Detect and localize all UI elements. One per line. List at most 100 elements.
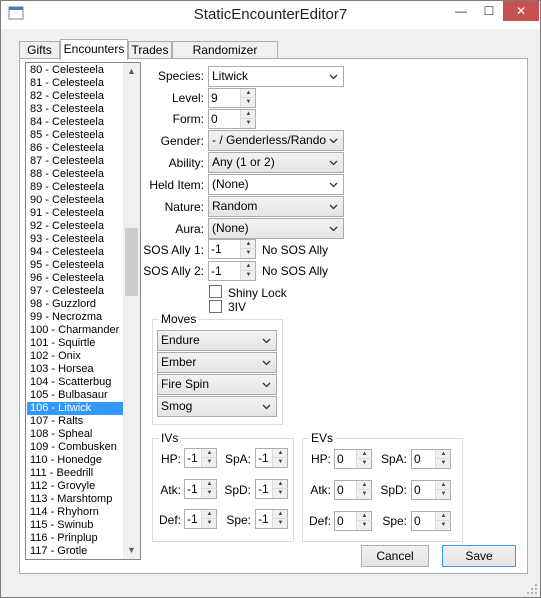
sos-ally2-stepper[interactable]: -1 ▲ ▼: [208, 261, 256, 281]
spin-down-icon[interactable]: ▼: [357, 459, 372, 468]
list-item[interactable]: 97 - Celesteela: [27, 285, 123, 298]
shiny-lock-checkbox[interactable]: [209, 285, 222, 298]
iv-atk-stepper[interactable]: -1 ▲ ▼: [184, 479, 217, 499]
spin-up-icon[interactable]: ▲: [241, 110, 256, 119]
list-item[interactable]: 82 - Celesteela: [27, 90, 123, 103]
list-item[interactable]: 84 - Celesteela: [27, 116, 123, 129]
form-spin[interactable]: ▲ ▼: [240, 110, 256, 128]
list-item[interactable]: 106 - Litwick: [27, 402, 123, 415]
ev-def-stepper[interactable]: 0 ▲ ▼: [334, 511, 372, 531]
list-item[interactable]: 88 - Celesteela: [27, 168, 123, 181]
spin-down-icon[interactable]: ▼: [273, 519, 288, 528]
save-button[interactable]: Save: [442, 545, 516, 567]
spin-up-icon[interactable]: ▲: [436, 481, 451, 490]
list-item[interactable]: 94 - Celesteela: [27, 246, 123, 259]
ev-spd-stepper[interactable]: 0 ▲ ▼: [411, 480, 451, 500]
ev-spd-spin[interactable]: ▲ ▼: [435, 481, 451, 499]
move-3-combobox[interactable]: Fire Spin: [157, 374, 277, 395]
list-item[interactable]: 87 - Celesteela: [27, 155, 123, 168]
spin-up-icon[interactable]: ▲: [436, 450, 451, 459]
list-item[interactable]: 116 - Prinplup: [27, 532, 123, 545]
minimize-button[interactable]: —: [447, 1, 475, 21]
held-item-combobox[interactable]: (None): [208, 174, 344, 195]
iv-spe-stepper[interactable]: -1 ▲ ▼: [255, 509, 288, 529]
maximize-button[interactable]: ☐: [475, 1, 503, 21]
list-item[interactable]: 108 - Spheal: [27, 428, 123, 441]
cancel-button[interactable]: Cancel: [361, 545, 429, 567]
spin-up-icon[interactable]: ▲: [202, 480, 217, 489]
close-button[interactable]: ✕: [503, 1, 539, 21]
iv-atk-spin[interactable]: ▲ ▼: [201, 480, 217, 498]
iv-def-stepper[interactable]: -1 ▲ ▼: [184, 509, 217, 529]
spin-up-icon[interactable]: ▲: [357, 481, 372, 490]
list-item[interactable]: 80 - Celesteela: [27, 64, 123, 77]
title-bar[interactable]: StaticEncounterEditor7 — ☐ ✕: [1, 1, 540, 29]
list-item[interactable]: 102 - Onix: [27, 350, 123, 363]
ev-spa-stepper[interactable]: 0 ▲ ▼: [411, 449, 451, 469]
ev-def-spin[interactable]: ▲ ▼: [356, 512, 372, 530]
nature-combobox[interactable]: Random: [208, 196, 344, 217]
spin-up-icon[interactable]: ▲: [357, 450, 372, 459]
iv-spa-spin[interactable]: ▲ ▼: [272, 449, 288, 467]
list-item[interactable]: 110 - Honedge: [27, 454, 123, 467]
spin-down-icon[interactable]: ▼: [436, 490, 451, 499]
list-item[interactable]: 114 - Rhyhorn: [27, 506, 123, 519]
spin-down-icon[interactable]: ▼: [241, 119, 256, 128]
list-item[interactable]: 111 - Beedrill: [27, 467, 123, 480]
spin-down-icon[interactable]: ▼: [273, 489, 288, 498]
spin-up-icon[interactable]: ▲: [241, 89, 256, 98]
spin-up-icon[interactable]: ▲: [436, 512, 451, 521]
resize-grip-icon[interactable]: [527, 584, 537, 594]
iv-spa-stepper[interactable]: -1 ▲ ▼: [255, 448, 288, 468]
list-item[interactable]: 117 - Grotle: [27, 545, 123, 558]
list-item[interactable]: 83 - Celesteela: [27, 103, 123, 116]
spin-down-icon[interactable]: ▼: [241, 98, 256, 107]
move-1-combobox[interactable]: Endure: [157, 330, 277, 351]
list-item[interactable]: 107 - Ralts: [27, 415, 123, 428]
tab-trades[interactable]: Trades: [128, 41, 172, 59]
tab-encounters[interactable]: Encounters: [60, 39, 128, 60]
iv-hp-stepper[interactable]: -1 ▲ ▼: [184, 448, 217, 468]
spin-down-icon[interactable]: ▼: [202, 458, 217, 467]
scroll-down-arrow-icon[interactable]: ▼: [123, 542, 140, 559]
list-item[interactable]: 92 - Celesteela: [27, 220, 123, 233]
spin-up-icon[interactable]: ▲: [273, 510, 288, 519]
spin-down-icon[interactable]: ▼: [202, 519, 217, 528]
iv-spe-spin[interactable]: ▲ ▼: [272, 510, 288, 528]
list-item[interactable]: 100 - Charmander: [27, 324, 123, 337]
gender-combobox[interactable]: - / Genderless/Random: [208, 130, 344, 151]
list-item[interactable]: 103 - Horsea: [27, 363, 123, 376]
sos-ally1-stepper[interactable]: -1 ▲ ▼: [208, 239, 256, 259]
spin-down-icon[interactable]: ▼: [357, 521, 372, 530]
spin-down-icon[interactable]: ▼: [357, 490, 372, 499]
spin-up-icon[interactable]: ▲: [202, 510, 217, 519]
list-item[interactable]: 86 - Celesteela: [27, 142, 123, 155]
move-4-combobox[interactable]: Smog: [157, 396, 277, 417]
tab-randomizer-options[interactable]: Randomizer Options: [172, 41, 278, 73]
ev-spa-spin[interactable]: ▲ ▼: [435, 450, 451, 468]
ability-combobox[interactable]: Any (1 or 2): [208, 152, 344, 173]
spin-up-icon[interactable]: ▲: [357, 512, 372, 521]
spin-down-icon[interactable]: ▼: [436, 459, 451, 468]
iv-hp-spin[interactable]: ▲ ▼: [201, 449, 217, 467]
list-item[interactable]: 91 - Celesteela: [27, 207, 123, 220]
tab-gifts[interactable]: Gifts: [19, 41, 60, 59]
spin-up-icon[interactable]: ▲: [202, 449, 217, 458]
list-item[interactable]: 95 - Celesteela: [27, 259, 123, 272]
three-iv-checkbox[interactable]: [209, 300, 222, 313]
ev-hp-spin[interactable]: ▲ ▼: [356, 450, 372, 468]
spin-down-icon[interactable]: ▼: [202, 489, 217, 498]
iv-spd-stepper[interactable]: -1 ▲ ▼: [255, 479, 288, 499]
spin-up-icon[interactable]: ▲: [273, 449, 288, 458]
ev-atk-stepper[interactable]: 0 ▲ ▼: [334, 480, 372, 500]
list-item[interactable]: 81 - Celesteela: [27, 77, 123, 90]
list-item[interactable]: 115 - Swinub: [27, 519, 123, 532]
ev-spe-stepper[interactable]: 0 ▲ ▼: [411, 511, 451, 531]
spin-up-icon[interactable]: ▲: [241, 240, 256, 249]
form-stepper[interactable]: 0 ▲ ▼: [208, 109, 256, 129]
list-scrollbar[interactable]: ▲ ▼: [123, 63, 140, 559]
spin-down-icon[interactable]: ▼: [241, 249, 256, 258]
ev-hp-stepper[interactable]: 0 ▲ ▼: [334, 449, 372, 469]
spin-down-icon[interactable]: ▼: [241, 271, 256, 280]
list-item[interactable]: 112 - Grovyle: [27, 480, 123, 493]
